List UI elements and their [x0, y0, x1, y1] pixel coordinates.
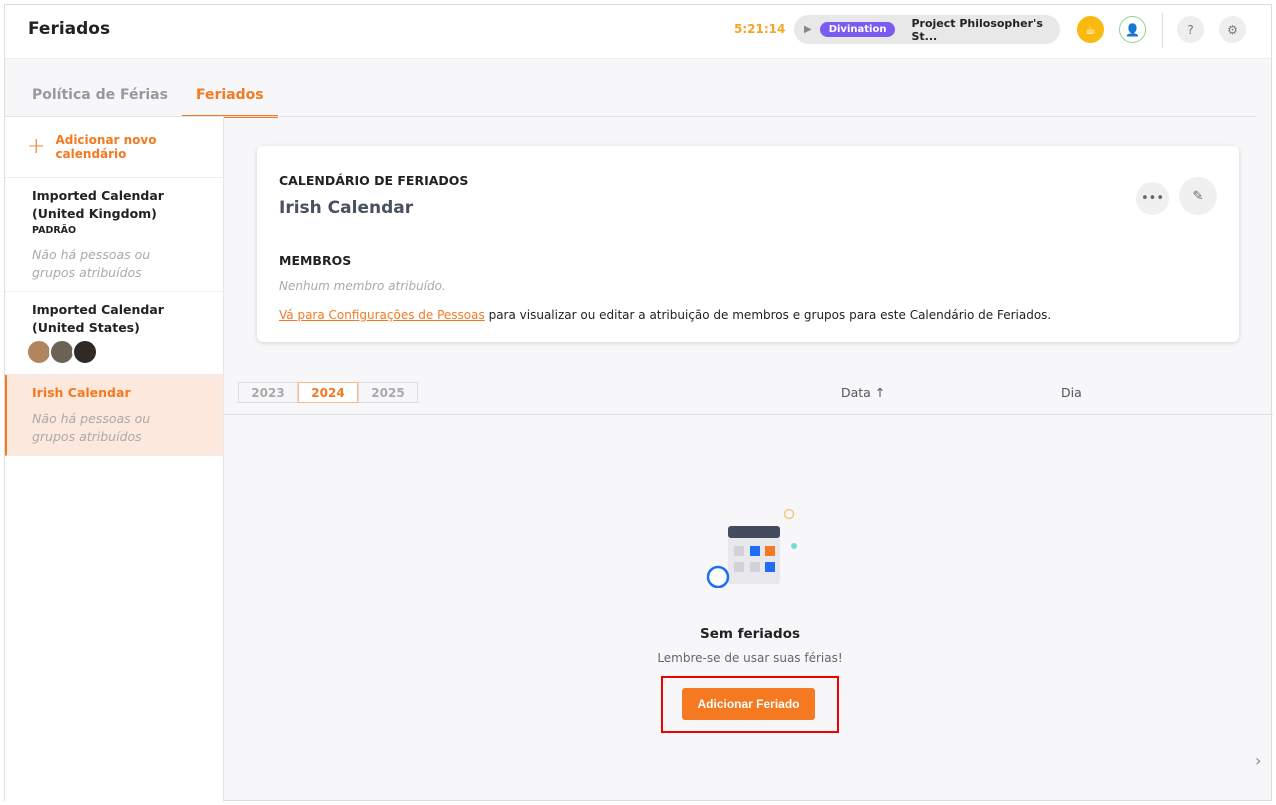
year-2025[interactable]: 2025: [358, 382, 418, 403]
calendar-name: Imported Calendar (United Kingdom): [32, 188, 164, 221]
column-day[interactable]: Dia: [1061, 385, 1082, 400]
sort-up-icon: ↑: [874, 385, 886, 400]
empty-members: Não há pessoas ou grupos atribuídos: [32, 247, 151, 280]
header: Feriados 5:21:14 ▶ Divination Project Ph…: [5, 5, 1271, 59]
empty-subtitle: Lembre-se de usar suas férias!: [657, 651, 843, 665]
calendar-name: Irish Calendar: [32, 385, 131, 400]
year-2023[interactable]: 2023: [238, 382, 298, 403]
page-title: Feriados: [28, 19, 111, 39]
edit-pencil-icon[interactable]: ✎: [1179, 177, 1217, 215]
calendar-name: Imported Calendar (United States): [32, 302, 164, 335]
divider: [224, 414, 1273, 415]
sidebar: + Adicionar novo calendário Imported Cale…: [5, 117, 224, 802]
settings-icon[interactable]: ⚙: [1219, 16, 1246, 43]
default-badge: PADRÃO: [32, 225, 77, 236]
calendar-item-selected[interactable]: Irish Calendar Não há pessoas ou grupos …: [5, 375, 223, 456]
avatar: [72, 339, 98, 365]
break-icon[interactable]: ☕: [1077, 16, 1104, 43]
add-calendar-label: Adicionar novo calendário: [55, 133, 157, 161]
no-members-text: Nenhum membro atribuído.: [279, 279, 446, 293]
people-settings-link[interactable]: Vá para Configurações de Pessoas: [279, 308, 485, 322]
help-icon[interactable]: ?: [1177, 16, 1204, 43]
more-options-button[interactable]: •••: [1136, 182, 1169, 215]
divider: [1162, 13, 1163, 48]
app-window: Feriados 5:21:14 ▶ Divination Project Ph…: [4, 4, 1273, 802]
plus-icon: +: [27, 134, 46, 159]
user-check-icon[interactable]: 👤: [1119, 16, 1146, 43]
timer: 5:21:14: [734, 22, 786, 36]
project-tag: Divination: [819, 22, 896, 37]
members-heading: MEMBROS: [279, 253, 352, 268]
highlight-box: [661, 676, 839, 733]
calendar-card: CALENDÁRIO DE FERIADOS Irish Calendar ••…: [257, 146, 1239, 342]
chevron-right-icon[interactable]: ›: [1255, 751, 1261, 770]
calendar-item[interactable]: Imported Calendar (United Kingdom) PADRÃ…: [5, 178, 223, 292]
calendar-item[interactable]: Imported Calendar (United States): [5, 292, 223, 375]
card-heading: CALENDÁRIO DE FERIADOS: [279, 173, 469, 188]
link-description: para visualizar ou editar a atribuição d…: [484, 308, 1052, 322]
calendar-illustration-icon: [706, 508, 797, 588]
add-calendar-button[interactable]: + Adicionar novo calendário: [5, 117, 223, 178]
year-2024[interactable]: 2024: [298, 382, 358, 403]
play-icon[interactable]: ▶: [804, 24, 812, 35]
empty-title: Sem feriados: [699, 626, 801, 642]
time-tracker-pill[interactable]: ▶ Divination Project Philosopher's St...: [794, 15, 1060, 44]
column-date[interactable]: Data ↑: [841, 385, 885, 400]
tab-holidays[interactable]: Feriados: [181, 75, 278, 118]
tab-vacation-policy[interactable]: Política de Férias: [18, 75, 182, 118]
empty-members: Não há pessoas ou grupos atribuídos: [32, 411, 151, 444]
project-name: Project Philosopher's St...: [911, 16, 1043, 43]
calendar-title: Irish Calendar: [279, 198, 414, 218]
